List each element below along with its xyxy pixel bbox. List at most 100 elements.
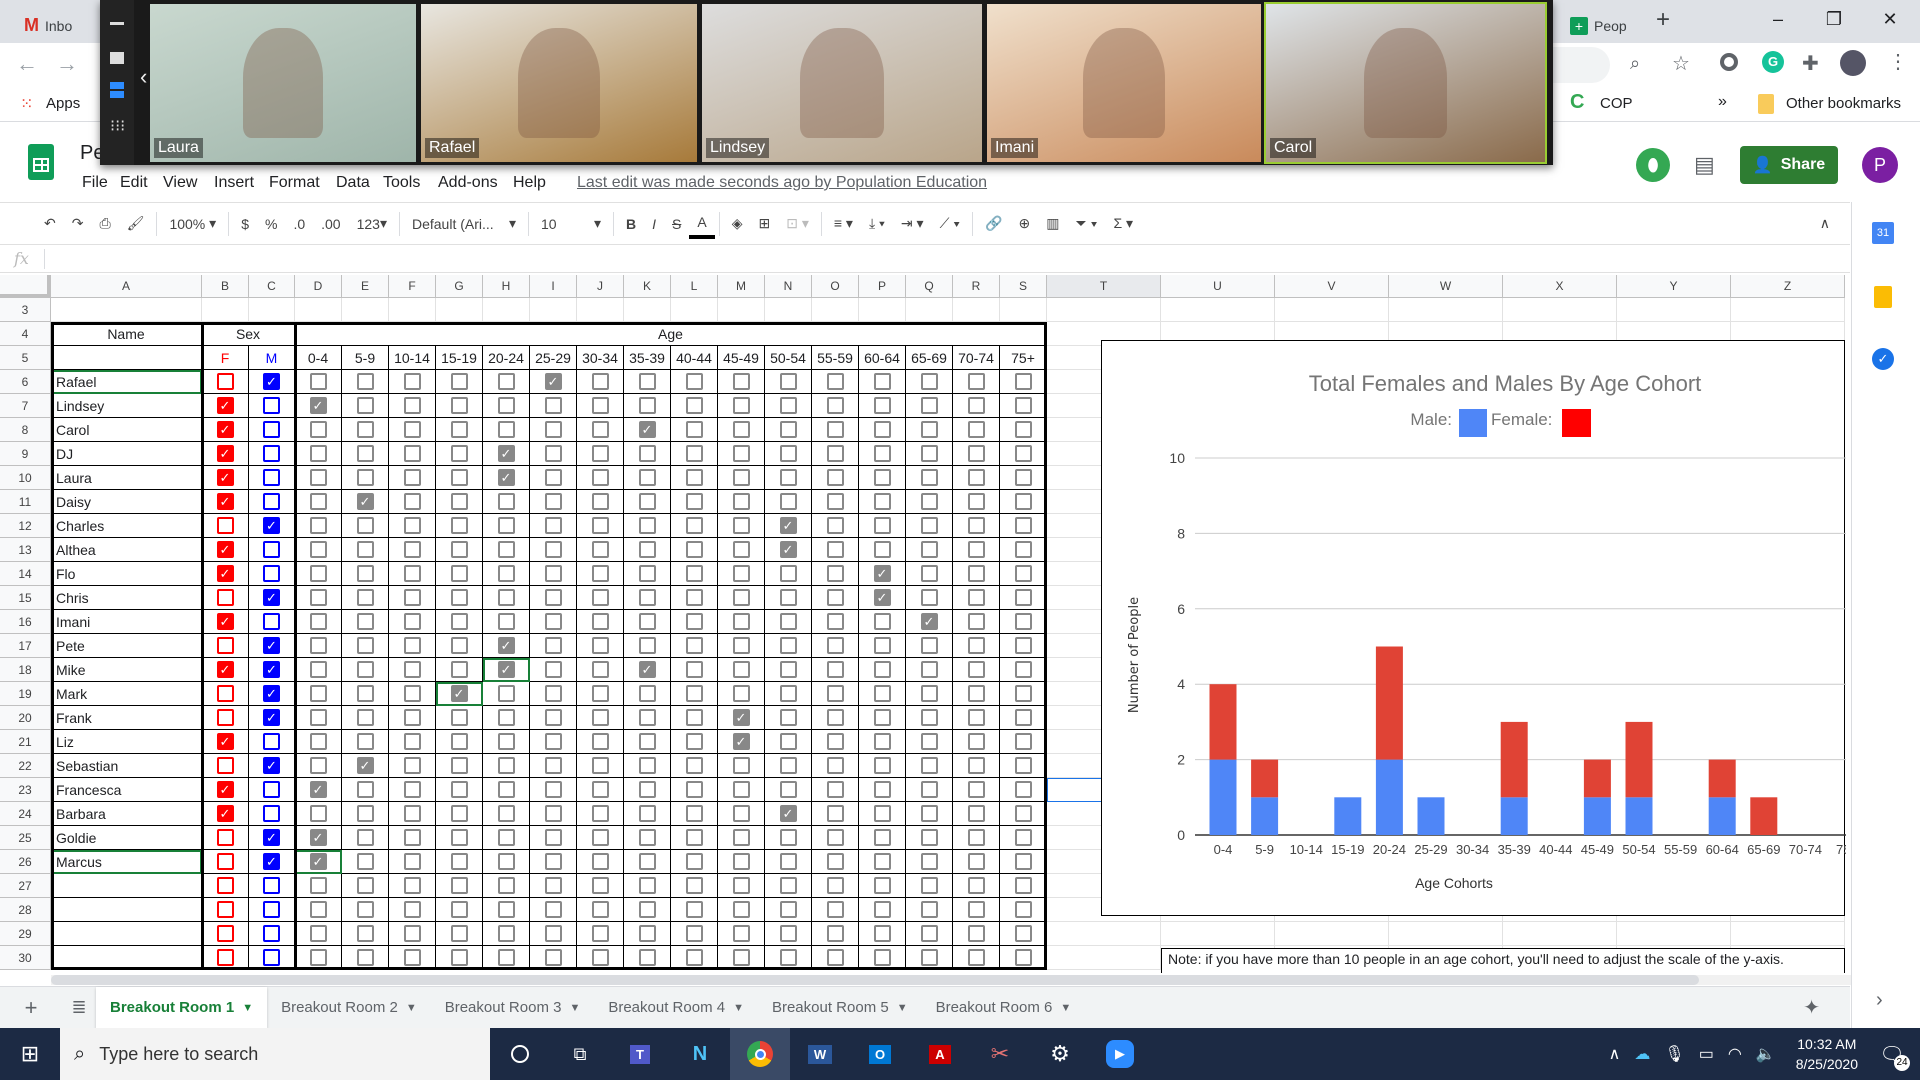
age-checkbox[interactable] [544, 877, 562, 894]
name-cell[interactable]: DJ [51, 442, 202, 466]
age-checkbox[interactable] [591, 373, 609, 390]
bar-male-60-64[interactable] [1708, 797, 1736, 835]
name-cell[interactable]: Pete [51, 634, 202, 658]
age-checkbox[interactable] [591, 541, 609, 558]
age-checkbox[interactable] [544, 853, 562, 870]
age-checkbox[interactable] [967, 709, 985, 726]
age-checkbox[interactable] [638, 901, 656, 918]
male-checkbox[interactable] [263, 781, 280, 798]
age-checkbox[interactable] [685, 397, 703, 414]
age-checkbox[interactable] [967, 589, 985, 606]
age-checkbox[interactable] [779, 925, 797, 942]
age-checkbox[interactable] [591, 421, 609, 438]
age-checkbox[interactable] [544, 517, 562, 534]
age-checkbox[interactable] [403, 781, 421, 798]
age-checkbox[interactable] [779, 757, 797, 774]
age-checkbox[interactable] [826, 589, 844, 606]
cell[interactable] [249, 298, 295, 322]
age-checkbox[interactable] [638, 493, 656, 510]
name-cell[interactable]: Althea [51, 538, 202, 562]
row-header-20[interactable]: 20 [0, 706, 51, 730]
bookmarks-overflow[interactable]: » [1718, 93, 1727, 111]
age-checkbox[interactable] [967, 829, 985, 846]
age-checkbox[interactable] [685, 589, 703, 606]
age-checkbox[interactable] [779, 637, 797, 654]
female-checkbox[interactable]: ✓ [216, 805, 234, 822]
name-cell[interactable]: Daisy [51, 490, 202, 514]
text-wrap-icon[interactable]: ⇥ ▾ [893, 209, 932, 239]
extension-icon[interactable] [1720, 53, 1738, 71]
age-checkbox[interactable] [920, 589, 938, 606]
cell[interactable] [1047, 922, 1161, 946]
female-checkbox[interactable] [216, 829, 234, 846]
age-checkbox[interactable] [591, 757, 609, 774]
age-checkbox[interactable] [732, 397, 750, 414]
age-checkbox[interactable] [450, 517, 468, 534]
last-edit-link[interactable]: Last edit was made seconds ago by Popula… [577, 174, 987, 192]
age-checkbox[interactable] [685, 613, 703, 630]
row-header-22[interactable]: 22 [0, 754, 51, 778]
age-checkbox[interactable] [356, 877, 374, 894]
age-checkbox[interactable] [403, 949, 421, 966]
cell[interactable] [51, 298, 202, 322]
age-checkbox[interactable] [544, 685, 562, 702]
age-checkbox[interactable] [1014, 709, 1032, 726]
age-checkbox[interactable]: ✓ [356, 757, 374, 774]
age-checkbox[interactable] [685, 781, 703, 798]
age-checkbox[interactable] [638, 469, 656, 486]
age-checkbox[interactable] [1014, 469, 1032, 486]
row-header-6[interactable]: 6 [0, 370, 51, 394]
row-header-30[interactable]: 30 [0, 946, 51, 970]
menu-insert[interactable]: Insert [214, 174, 254, 192]
menu-data[interactable]: Data [336, 174, 370, 192]
age-checkbox[interactable] [967, 445, 985, 462]
female-checkbox[interactable]: ✓ [216, 469, 234, 486]
age-checkbox[interactable] [779, 853, 797, 870]
age-checkbox[interactable] [732, 661, 750, 678]
age-checkbox[interactable] [920, 829, 938, 846]
cohort-header[interactable]: 15-19 [436, 346, 483, 370]
age-checkbox[interactable] [1014, 781, 1032, 798]
age-checkbox[interactable] [309, 757, 327, 774]
age-checkbox[interactable] [779, 493, 797, 510]
age-checkbox[interactable] [732, 517, 750, 534]
age-checkbox[interactable] [356, 373, 374, 390]
age-checkbox[interactable] [685, 541, 703, 558]
age-checkbox[interactable]: ✓ [873, 565, 891, 582]
column-header-J[interactable]: J [577, 275, 624, 298]
age-checkbox[interactable] [826, 517, 844, 534]
age-checkbox[interactable] [685, 421, 703, 438]
age-checkbox[interactable] [497, 877, 515, 894]
age-checkbox[interactable] [920, 541, 938, 558]
task-view-icon[interactable]: ⧉ [550, 1028, 610, 1080]
comment-history-icon[interactable]: ▤ [1694, 152, 1715, 178]
age-checkbox[interactable] [873, 829, 891, 846]
age-checkbox[interactable] [779, 829, 797, 846]
male-checkbox[interactable] [263, 877, 280, 894]
age-checkbox[interactable] [873, 517, 891, 534]
age-checkbox[interactable] [497, 397, 515, 414]
age-checkbox[interactable] [1014, 541, 1032, 558]
cohort-header[interactable]: 60-64 [859, 346, 906, 370]
sex-header[interactable]: Sex [202, 322, 295, 346]
age-checkbox[interactable] [873, 781, 891, 798]
age-checkbox[interactable]: ✓ [309, 397, 327, 414]
cohort-header[interactable]: 10-14 [389, 346, 436, 370]
cell[interactable] [624, 298, 671, 322]
chrome-menu-icon[interactable]: ⋮ [1888, 49, 1908, 74]
cohort-header[interactable]: 20-24 [483, 346, 530, 370]
age-checkbox[interactable] [1014, 589, 1032, 606]
cohort-header[interactable]: 50-54 [765, 346, 812, 370]
age-checkbox[interactable] [403, 901, 421, 918]
age-checkbox[interactable] [638, 373, 656, 390]
female-checkbox[interactable]: ✓ [216, 613, 234, 630]
chevron-down-icon[interactable]: ▼ [569, 1002, 580, 1014]
age-checkbox[interactable] [356, 925, 374, 942]
name-cell[interactable]: Lindsey [51, 394, 202, 418]
cell[interactable] [342, 298, 389, 322]
age-checkbox[interactable] [544, 805, 562, 822]
age-checkbox[interactable] [920, 421, 938, 438]
age-checkbox[interactable] [638, 829, 656, 846]
age-checkbox[interactable] [732, 829, 750, 846]
age-checkbox[interactable] [920, 757, 938, 774]
